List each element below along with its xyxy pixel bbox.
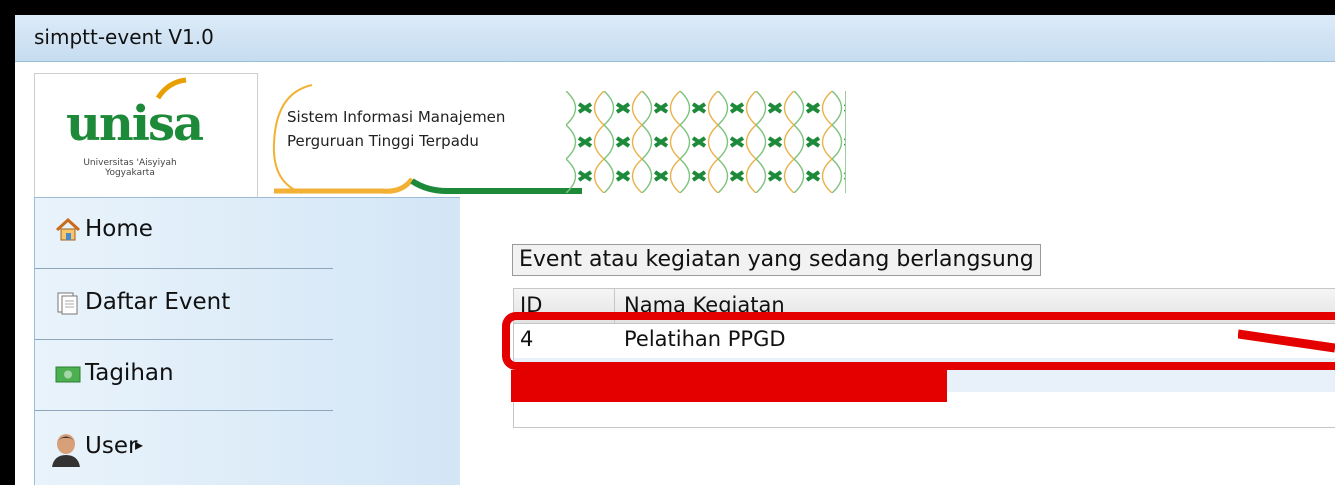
unisa-logo: unisa Universitas 'Aisyiyah Yogyakarta (34, 73, 258, 199)
system-name-line1: Sistem Informasi Manajemen (287, 108, 506, 126)
batik-pattern-icon (566, 91, 846, 193)
sidebar-item-daftar-event[interactable]: Daftar Event (35, 269, 333, 340)
document-icon (57, 292, 78, 315)
title-bar: simptt-event V1.0 (15, 15, 1335, 62)
system-name: Sistem Informasi Manajemen Perguruan Tin… (287, 105, 505, 153)
app-window: simptt-event V1.0 unisa Universitas 'Ais… (15, 15, 1335, 485)
home-icon (55, 218, 81, 241)
highlight-annotation (502, 312, 1335, 370)
sidebar-item-label: Daftar Event (85, 289, 231, 315)
money-icon (55, 366, 81, 383)
sidebar-item-user[interactable]: User ▸ (35, 411, 333, 481)
header-banner: unisa Universitas 'Aisyiyah Yogyakarta S… (34, 73, 1335, 199)
submenu-arrow-icon: ▸ (135, 435, 144, 454)
window-title: simptt-event V1.0 (34, 25, 214, 49)
logo-subtitle-line1: Universitas 'Aisyiyah (83, 158, 177, 168)
sidebar-item-label: Tagihan (85, 360, 174, 386)
sidebar-item-home[interactable]: Home (35, 198, 333, 269)
logo-wordmark: unisa (66, 96, 204, 152)
logo-subtitle-line2: Yogyakarta (105, 168, 155, 178)
user-icon (52, 434, 80, 467)
system-name-line2: Perguruan Tinggi Terpadu (287, 132, 479, 150)
section-legend: Event atau kegiatan yang sedang berlangs… (512, 244, 1041, 276)
redaction-bar (511, 370, 947, 402)
sidebar-item-tagihan[interactable]: Tagihan (35, 340, 333, 411)
annotation-arrow-icon (1238, 329, 1335, 353)
sidebar-item-label: Home (85, 216, 153, 242)
sidebar-nav: Home Daftar Event Tagihan User ▸ (34, 197, 461, 485)
logo-subtitle: Universitas 'Aisyiyah Yogyakarta (55, 158, 205, 178)
logo-accent-icon (155, 77, 187, 100)
sidebar-item-label: User (85, 433, 138, 459)
